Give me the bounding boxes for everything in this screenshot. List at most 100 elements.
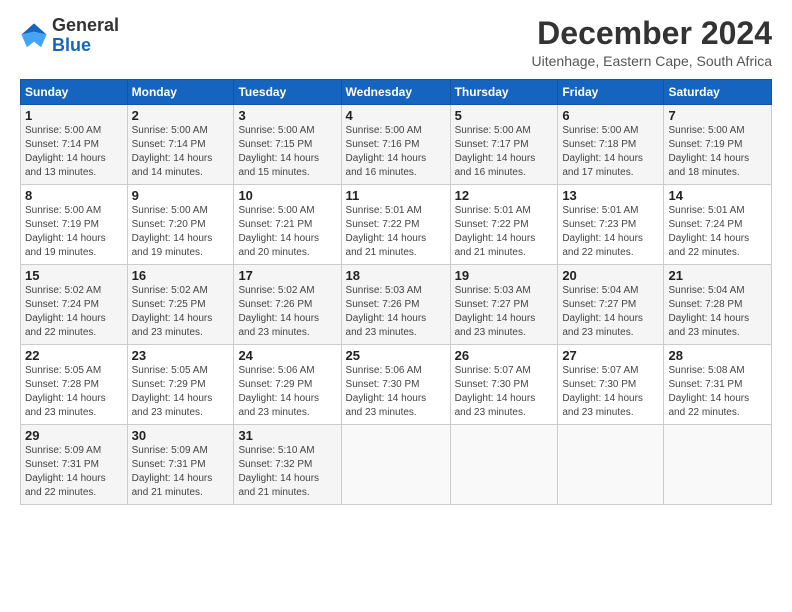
day-info: Sunrise: 5:04 AM Sunset: 7:28 PM Dayligh…	[668, 284, 767, 340]
table-row: 9Sunrise: 5:00 AM Sunset: 7:20 PM Daylig…	[127, 185, 234, 265]
day-info: Sunrise: 5:06 AM Sunset: 7:30 PM Dayligh…	[346, 364, 446, 420]
col-monday: Monday	[127, 80, 234, 105]
table-row: 24Sunrise: 5:06 AM Sunset: 7:29 PM Dayli…	[234, 345, 341, 425]
day-number: 10	[238, 188, 336, 203]
day-number: 30	[132, 428, 230, 443]
table-row: 16Sunrise: 5:02 AM Sunset: 7:25 PM Dayli…	[127, 265, 234, 345]
day-number: 16	[132, 268, 230, 283]
day-number: 27	[562, 348, 659, 363]
day-info: Sunrise: 5:07 AM Sunset: 7:30 PM Dayligh…	[455, 364, 554, 420]
calendar-week-row: 15Sunrise: 5:02 AM Sunset: 7:24 PM Dayli…	[21, 265, 772, 345]
table-row: 2Sunrise: 5:00 AM Sunset: 7:14 PM Daylig…	[127, 105, 234, 185]
day-number: 4	[346, 108, 446, 123]
day-number: 8	[25, 188, 123, 203]
day-info: Sunrise: 5:00 AM Sunset: 7:14 PM Dayligh…	[25, 124, 123, 180]
table-row	[450, 425, 558, 505]
day-info: Sunrise: 5:08 AM Sunset: 7:31 PM Dayligh…	[668, 364, 767, 420]
day-info: Sunrise: 5:00 AM Sunset: 7:18 PM Dayligh…	[562, 124, 659, 180]
table-row: 8Sunrise: 5:00 AM Sunset: 7:19 PM Daylig…	[21, 185, 128, 265]
day-info: Sunrise: 5:00 AM Sunset: 7:15 PM Dayligh…	[238, 124, 336, 180]
day-number: 21	[668, 268, 767, 283]
day-info: Sunrise: 5:09 AM Sunset: 7:31 PM Dayligh…	[25, 444, 123, 500]
day-number: 6	[562, 108, 659, 123]
day-number: 9	[132, 188, 230, 203]
table-row: 14Sunrise: 5:01 AM Sunset: 7:24 PM Dayli…	[664, 185, 772, 265]
logo: General Blue	[20, 16, 119, 56]
day-number: 2	[132, 108, 230, 123]
calendar-table: Sunday Monday Tuesday Wednesday Thursday…	[20, 79, 772, 505]
table-row: 30Sunrise: 5:09 AM Sunset: 7:31 PM Dayli…	[127, 425, 234, 505]
table-row: 3Sunrise: 5:00 AM Sunset: 7:15 PM Daylig…	[234, 105, 341, 185]
col-saturday: Saturday	[664, 80, 772, 105]
day-info: Sunrise: 5:02 AM Sunset: 7:24 PM Dayligh…	[25, 284, 123, 340]
day-info: Sunrise: 5:05 AM Sunset: 7:28 PM Dayligh…	[25, 364, 123, 420]
table-row: 11Sunrise: 5:01 AM Sunset: 7:22 PM Dayli…	[341, 185, 450, 265]
table-row: 10Sunrise: 5:00 AM Sunset: 7:21 PM Dayli…	[234, 185, 341, 265]
logo-icon	[20, 22, 48, 50]
table-row	[558, 425, 664, 505]
day-number: 5	[455, 108, 554, 123]
day-number: 29	[25, 428, 123, 443]
table-row: 5Sunrise: 5:00 AM Sunset: 7:17 PM Daylig…	[450, 105, 558, 185]
day-info: Sunrise: 5:01 AM Sunset: 7:24 PM Dayligh…	[668, 204, 767, 260]
table-row: 31Sunrise: 5:10 AM Sunset: 7:32 PM Dayli…	[234, 425, 341, 505]
day-info: Sunrise: 5:02 AM Sunset: 7:25 PM Dayligh…	[132, 284, 230, 340]
logo-text-general: General	[52, 15, 119, 35]
day-number: 19	[455, 268, 554, 283]
day-info: Sunrise: 5:07 AM Sunset: 7:30 PM Dayligh…	[562, 364, 659, 420]
col-sunday: Sunday	[21, 80, 128, 105]
page: General Blue December 2024 Uitenhage, Ea…	[0, 0, 792, 612]
day-number: 22	[25, 348, 123, 363]
day-number: 26	[455, 348, 554, 363]
day-number: 18	[346, 268, 446, 283]
day-number: 25	[346, 348, 446, 363]
table-row: 22Sunrise: 5:05 AM Sunset: 7:28 PM Dayli…	[21, 345, 128, 425]
table-row: 13Sunrise: 5:01 AM Sunset: 7:23 PM Dayli…	[558, 185, 664, 265]
col-wednesday: Wednesday	[341, 80, 450, 105]
table-row: 12Sunrise: 5:01 AM Sunset: 7:22 PM Dayli…	[450, 185, 558, 265]
day-info: Sunrise: 5:00 AM Sunset: 7:21 PM Dayligh…	[238, 204, 336, 260]
table-row: 21Sunrise: 5:04 AM Sunset: 7:28 PM Dayli…	[664, 265, 772, 345]
table-row: 15Sunrise: 5:02 AM Sunset: 7:24 PM Dayli…	[21, 265, 128, 345]
table-row: 7Sunrise: 5:00 AM Sunset: 7:19 PM Daylig…	[664, 105, 772, 185]
title-block: December 2024 Uitenhage, Eastern Cape, S…	[532, 16, 772, 69]
day-number: 17	[238, 268, 336, 283]
day-number: 15	[25, 268, 123, 283]
day-number: 24	[238, 348, 336, 363]
calendar-week-row: 1Sunrise: 5:00 AM Sunset: 7:14 PM Daylig…	[21, 105, 772, 185]
day-info: Sunrise: 5:04 AM Sunset: 7:27 PM Dayligh…	[562, 284, 659, 340]
calendar-week-row: 8Sunrise: 5:00 AM Sunset: 7:19 PM Daylig…	[21, 185, 772, 265]
main-title: December 2024	[532, 16, 772, 51]
day-info: Sunrise: 5:03 AM Sunset: 7:26 PM Dayligh…	[346, 284, 446, 340]
table-row	[664, 425, 772, 505]
day-number: 3	[238, 108, 336, 123]
day-info: Sunrise: 5:02 AM Sunset: 7:26 PM Dayligh…	[238, 284, 336, 340]
calendar-week-row: 22Sunrise: 5:05 AM Sunset: 7:28 PM Dayli…	[21, 345, 772, 425]
subtitle: Uitenhage, Eastern Cape, South Africa	[532, 53, 772, 69]
table-row: 19Sunrise: 5:03 AM Sunset: 7:27 PM Dayli…	[450, 265, 558, 345]
day-info: Sunrise: 5:03 AM Sunset: 7:27 PM Dayligh…	[455, 284, 554, 340]
day-number: 7	[668, 108, 767, 123]
day-number: 13	[562, 188, 659, 203]
table-row: 6Sunrise: 5:00 AM Sunset: 7:18 PM Daylig…	[558, 105, 664, 185]
table-row: 17Sunrise: 5:02 AM Sunset: 7:26 PM Dayli…	[234, 265, 341, 345]
table-row: 4Sunrise: 5:00 AM Sunset: 7:16 PM Daylig…	[341, 105, 450, 185]
day-info: Sunrise: 5:06 AM Sunset: 7:29 PM Dayligh…	[238, 364, 336, 420]
day-number: 23	[132, 348, 230, 363]
day-number: 20	[562, 268, 659, 283]
day-info: Sunrise: 5:05 AM Sunset: 7:29 PM Dayligh…	[132, 364, 230, 420]
calendar-header-row: Sunday Monday Tuesday Wednesday Thursday…	[21, 80, 772, 105]
table-row: 26Sunrise: 5:07 AM Sunset: 7:30 PM Dayli…	[450, 345, 558, 425]
table-row	[341, 425, 450, 505]
day-info: Sunrise: 5:00 AM Sunset: 7:19 PM Dayligh…	[25, 204, 123, 260]
col-tuesday: Tuesday	[234, 80, 341, 105]
day-info: Sunrise: 5:00 AM Sunset: 7:19 PM Dayligh…	[668, 124, 767, 180]
table-row: 27Sunrise: 5:07 AM Sunset: 7:30 PM Dayli…	[558, 345, 664, 425]
col-thursday: Thursday	[450, 80, 558, 105]
day-number: 12	[455, 188, 554, 203]
day-info: Sunrise: 5:00 AM Sunset: 7:16 PM Dayligh…	[346, 124, 446, 180]
table-row: 20Sunrise: 5:04 AM Sunset: 7:27 PM Dayli…	[558, 265, 664, 345]
day-info: Sunrise: 5:09 AM Sunset: 7:31 PM Dayligh…	[132, 444, 230, 500]
day-number: 31	[238, 428, 336, 443]
calendar-week-row: 29Sunrise: 5:09 AM Sunset: 7:31 PM Dayli…	[21, 425, 772, 505]
